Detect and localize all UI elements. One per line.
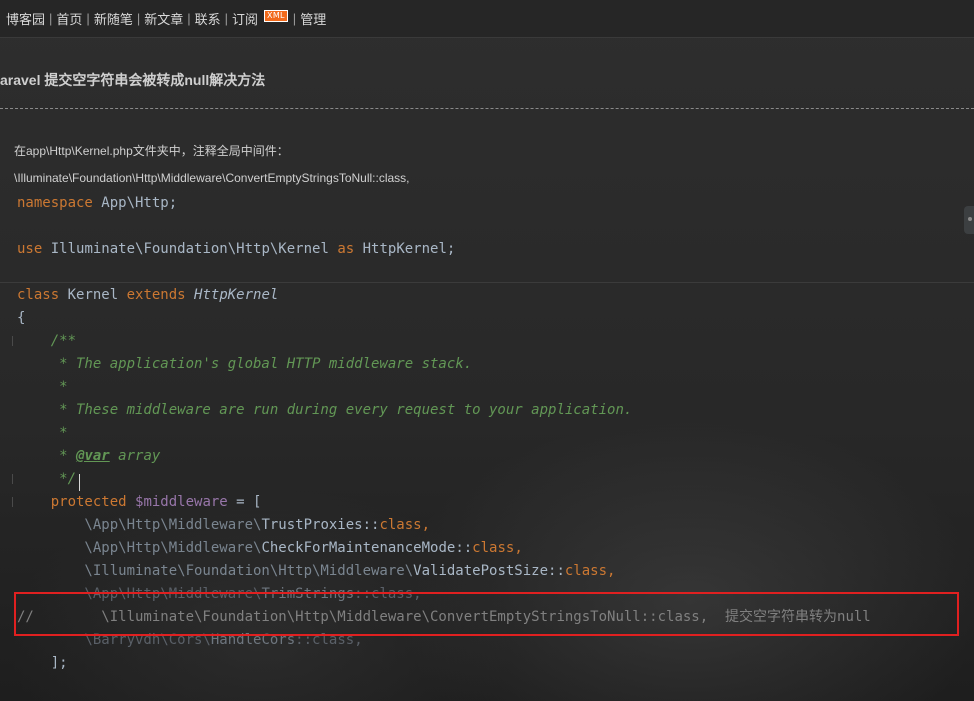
code-line: \Illuminate\Foundation\Http\Middleware\V…	[17, 560, 615, 583]
code-namespace: \App\Http\Middleware\	[17, 517, 262, 533]
code-text: = [	[227, 494, 262, 510]
nav-separator: |	[292, 11, 297, 26]
doc-comment-line: */	[17, 471, 77, 487]
code-text: ::	[548, 563, 565, 579]
code-text: Kernel	[59, 287, 127, 303]
code-line: {	[17, 310, 26, 326]
nav-link-subscribe[interactable]: 订阅	[230, 9, 260, 28]
nav-separator: |	[86, 11, 90, 26]
code-line: protected $middleware = [	[17, 491, 262, 514]
code-text: ::	[455, 540, 473, 556]
doc-comment-line: /**	[17, 333, 77, 349]
code-text: ,	[514, 540, 523, 556]
code-line: namespace App\Http;	[17, 192, 177, 215]
nav-link-cnblogs[interactable]: 博客园	[4, 9, 47, 28]
post-title[interactable]: aravel 提交空字符串会被转成null解决方法	[0, 70, 265, 90]
code-line: class Kernel extends HttpKernel	[17, 284, 278, 307]
code-keyword: class	[379, 517, 422, 533]
doc-comment-line: * @var array	[17, 445, 160, 468]
code-keyword: protected	[17, 494, 136, 510]
code-keyword: namespace	[17, 195, 93, 211]
fold-marker-icon	[12, 474, 13, 484]
code-keyword: class	[472, 540, 515, 556]
code-text: App\Http;	[92, 195, 178, 211]
code-text: Illuminate\Foundation\Http\Kernel	[42, 241, 338, 257]
code-text: ,	[421, 517, 431, 533]
code-text: HttpKernel	[185, 287, 279, 303]
side-panel-tab[interactable]	[964, 206, 974, 234]
code-class: ValidatePostSize	[413, 563, 549, 579]
nav-link-home[interactable]: 首页	[54, 9, 84, 28]
highlight-box	[14, 592, 959, 636]
code-text: *	[17, 448, 77, 464]
doc-comment-line: *	[17, 425, 68, 441]
nav-separator: |	[224, 11, 229, 26]
doc-comment-line: * These middleware are run during every …	[17, 402, 633, 418]
nav-separator: |	[49, 11, 53, 26]
code-namespace: \Illuminate\Foundation\Http\Middleware\	[17, 563, 414, 579]
fold-marker-icon	[12, 497, 13, 507]
text-caret	[79, 474, 80, 491]
doc-comment-line: *	[17, 379, 68, 395]
nav-separator: |	[136, 11, 141, 26]
code-text: array	[109, 448, 161, 464]
title-divider	[0, 108, 974, 109]
nav-link-contact[interactable]: 联系	[193, 9, 223, 28]
code-line: ];	[17, 655, 68, 671]
code-namespace: \App\Http\Middleware\	[17, 540, 262, 556]
code-text: ::	[362, 517, 380, 533]
code-text: HttpKernel;	[354, 241, 456, 257]
code-keyword: extends	[126, 287, 186, 303]
blog-top-nav: 博客园 | 首页 | 新随笔 | 新文章 | 联系 | 订阅 XML | 管理	[0, 0, 974, 38]
code-keyword: class	[17, 287, 60, 303]
doc-comment-line: * The application's global HTTP middlewa…	[17, 356, 473, 372]
code-keyword: use	[17, 241, 43, 257]
code-class: TrustProxies	[261, 517, 363, 533]
nav-link-new-article[interactable]: 新文章	[142, 9, 185, 28]
intro-text-2: \Illuminate\Foundation\Http\Middleware\C…	[14, 171, 410, 185]
code-keyword: class	[564, 563, 608, 579]
code-keyword: as	[337, 241, 355, 257]
nav-link-manage[interactable]: 管理	[298, 9, 328, 28]
nav-separator: |	[187, 11, 191, 26]
xml-feed-icon[interactable]: XML	[264, 9, 288, 22]
code-line: \App\Http\Middleware\TrustProxies::class…	[17, 514, 430, 537]
code-line: use Illuminate\Foundation\Http\Kernel as…	[17, 238, 455, 261]
fold-marker-icon	[12, 336, 13, 346]
doc-tag: @var	[76, 448, 110, 464]
nav-link-new-post[interactable]: 新随笔	[92, 9, 135, 28]
code-variable: $middleware	[135, 494, 228, 510]
intro-text-1: 在app\Http\Kernel.php文件夹中，注释全局中间件：	[14, 144, 289, 158]
code-separator	[0, 282, 974, 283]
code-text: ,	[607, 563, 616, 579]
code-class: CheckForMaintenanceMode	[261, 540, 456, 556]
code-line: \App\Http\Middleware\CheckForMaintenance…	[17, 537, 523, 560]
